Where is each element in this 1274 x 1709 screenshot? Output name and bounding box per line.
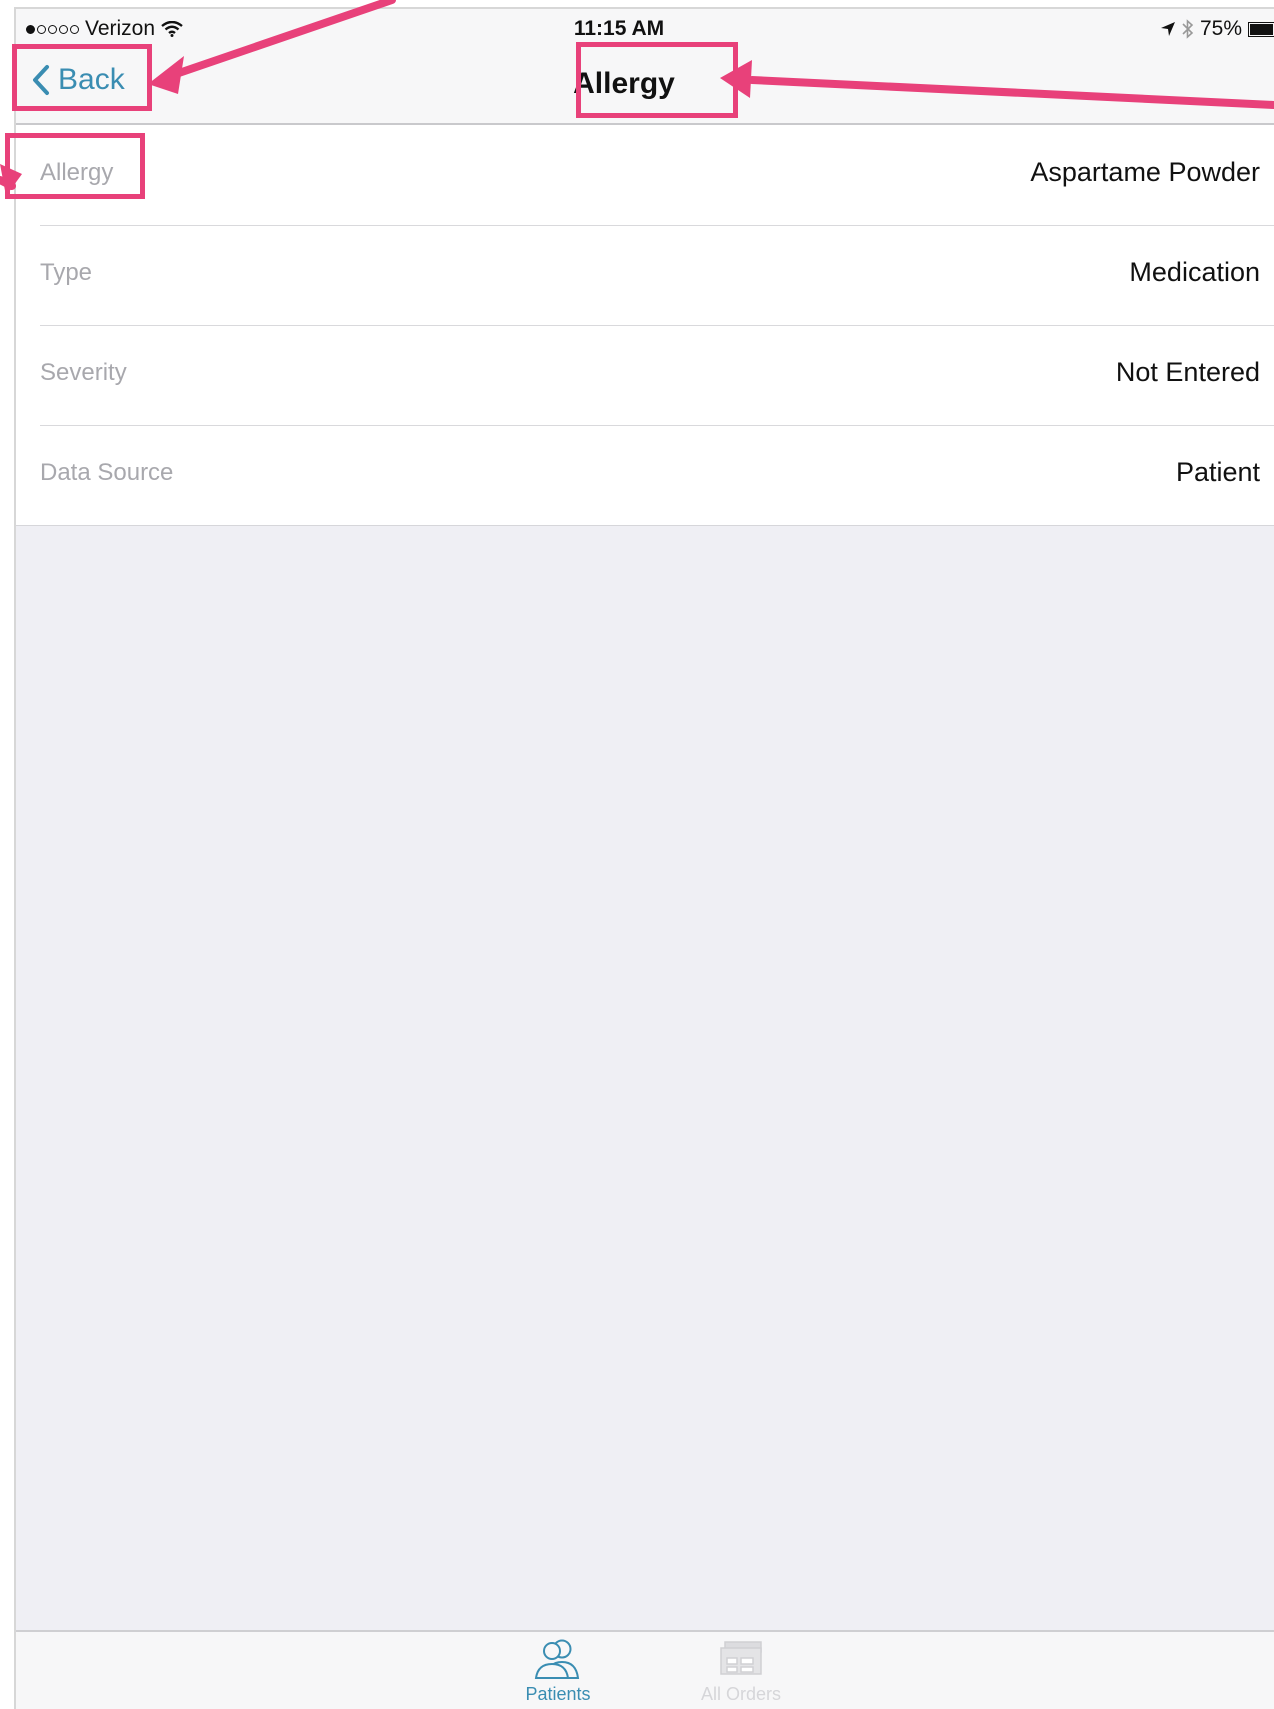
- back-button-highlight: [12, 44, 152, 111]
- tab-label: Patients: [525, 1684, 591, 1704]
- tab-patients[interactable]: Patients: [488, 1638, 628, 1705]
- app-screen: Verizon 11:15 AM 75% Back Allergy Allerg…: [14, 7, 1274, 1709]
- location-arrow-icon: [1160, 22, 1175, 36]
- detail-value: Aspartame Powder: [1030, 157, 1260, 187]
- battery-fill: [1250, 23, 1273, 35]
- detail-value: Not Entered: [1115, 357, 1260, 387]
- detail-row-severity: Severity Not Entered: [16, 325, 1274, 425]
- detail-row-allergy: Allergy Aspartame Powder: [16, 125, 1274, 225]
- tab-label: All Orders: [700, 1684, 781, 1704]
- battery-percent: 75%: [1199, 17, 1242, 40]
- bluetooth-icon: [1182, 19, 1194, 39]
- detail-label: Type: [40, 259, 93, 286]
- orders-icon: [720, 1641, 762, 1675]
- detail-row-type: Type Medication: [16, 225, 1274, 325]
- detail-row-data-source: Data Source Patient: [16, 425, 1274, 525]
- detail-value: Patient: [1175, 457, 1260, 487]
- detail-label: Severity: [40, 359, 127, 386]
- detail-label: Data Source: [40, 459, 174, 486]
- tab-bar: Patients All Orders: [16, 1630, 1274, 1709]
- title-highlight: [576, 42, 738, 118]
- allergy-detail-list: Allergy Aspartame Powder Type Medication…: [16, 125, 1274, 526]
- status-right: 75%: [1160, 17, 1274, 41]
- battery-icon: [1248, 21, 1274, 37]
- detail-value: Medication: [1129, 257, 1260, 287]
- tab-all-orders[interactable]: All Orders: [671, 1638, 811, 1705]
- status-time: 11:15 AM: [573, 17, 665, 40]
- patients-icon: [534, 1639, 580, 1679]
- allergy-label-highlight: [5, 133, 145, 199]
